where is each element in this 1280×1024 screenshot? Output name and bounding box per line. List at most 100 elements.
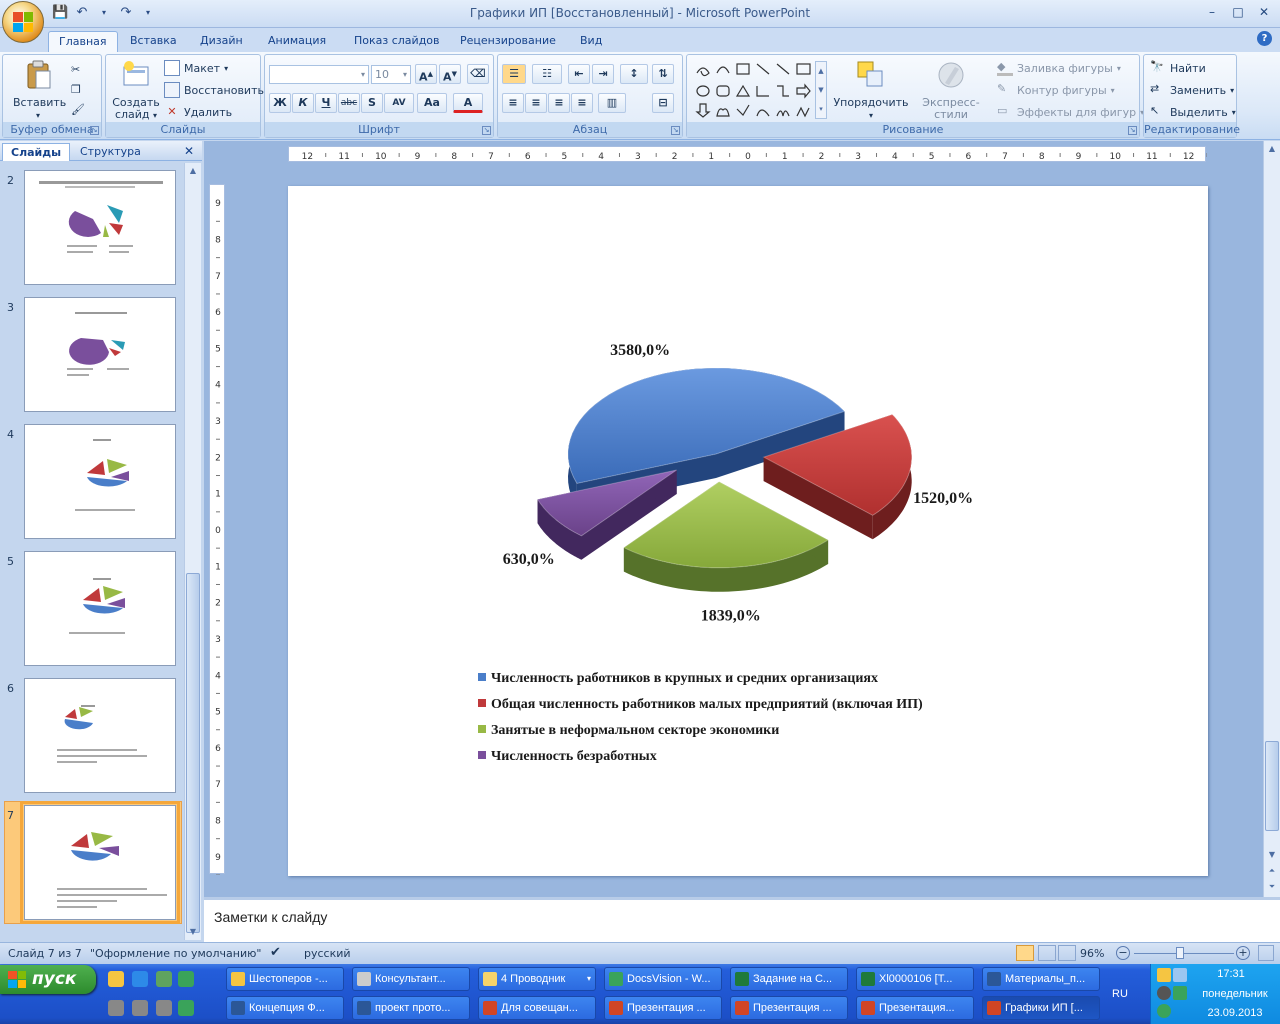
slide-thumbnail-7[interactable] [20,801,180,924]
tray-antivirus-icon[interactable] [1157,1004,1171,1018]
align-right-icon[interactable]: ≡ [548,93,570,113]
normal-view-icon[interactable] [1016,945,1034,961]
quicklaunch-outlook-icon[interactable] [108,971,124,987]
paragraph-launcher-icon[interactable]: ↘ [671,126,680,135]
theme-name[interactable]: "Оформление по умолчанию" [90,947,261,960]
taskbar-button[interactable]: Концепция Ф... [226,996,344,1020]
slides-pane-scrollbar[interactable]: ▲ ▼ [184,163,201,940]
copy-icon[interactable]: ❐ [71,79,81,99]
slide-thumbnail-6[interactable] [24,678,176,793]
decrease-indent-icon[interactable]: ⇤ [568,64,590,84]
office-button[interactable] [2,1,44,43]
scroll-down-icon[interactable]: ▼ [185,924,201,940]
tab-insert[interactable]: Вставка [120,31,187,52]
zoom-slider[interactable] [1134,953,1234,954]
taskbar-button[interactable]: Для совещан... [478,996,596,1020]
quicklaunch-desktop-icon[interactable] [156,971,172,987]
new-slide-button[interactable]: Создать слайд ▾ [110,59,162,122]
text-direction-icon[interactable]: ⇅ [652,64,674,84]
previous-slide-icon[interactable]: ⏶ [1264,863,1280,879]
reset-button[interactable]: Восстановить [164,80,264,100]
fit-to-window-icon[interactable] [1258,945,1274,961]
strikethrough-button[interactable]: abc [338,93,360,113]
tab-outline[interactable]: Структура [72,143,149,161]
taskbar-button[interactable]: Презентация... [856,996,974,1020]
start-button[interactable]: пуск [0,965,96,994]
cut-icon[interactable]: ✂ [71,59,80,79]
taskbar-button[interactable]: Xl0000106 [T... [856,967,974,991]
slide-canvas[interactable]: 3580,0% 1520,0% 1839,0% 630,0% Численность … [288,186,1208,876]
layout-button[interactable]: Макет ▾ [164,58,228,78]
quicklaunch-ie-icon[interactable] [132,971,148,987]
tray-outlook-icon[interactable] [1157,968,1171,982]
scroll-thumb[interactable] [186,573,200,933]
next-slide-icon[interactable]: ⏷ [1264,879,1280,895]
tab-review[interactable]: Рецензирование [450,31,566,52]
clock-day[interactable]: понедельник [1191,988,1279,1000]
shadow-button[interactable]: S [361,93,383,113]
increase-indent-icon[interactable]: ⇥ [592,64,614,84]
shrink-font-button[interactable]: A▼ [439,64,461,84]
zoom-slider-thumb[interactable] [1176,947,1184,959]
spacing-button[interactable]: AV [384,93,414,113]
font-size-dropdown[interactable]: 10 ▾ [371,65,411,84]
align-text-icon[interactable]: ⊟ [652,93,674,113]
quicklaunch-app-icon[interactable] [178,971,194,987]
tab-design[interactable]: Дизайн [190,31,253,52]
taskbar-button[interactable]: проект прото... [352,996,470,1020]
taskbar-button-active[interactable]: Графики ИП [... [982,996,1100,1020]
maximize-button[interactable]: □ [1226,3,1250,21]
format-painter-icon[interactable]: 🖌 [71,99,85,119]
font-name-dropdown[interactable]: ▾ [269,65,369,84]
bold-button[interactable]: Ж [269,93,291,113]
tray-security-icon[interactable] [1157,986,1171,1000]
slide-thumbnail-2[interactable] [24,170,176,285]
spellcheck-icon[interactable]: ✔ [270,945,281,960]
language-indicator[interactable]: русский [304,947,351,960]
pie-chart[interactable]: 3580,0% 1520,0% 1839,0% 630,0% Численность … [288,186,1208,876]
notes-pane[interactable]: Заметки к слайду [204,897,1280,942]
clear-format-button[interactable]: ⌫ [467,64,489,84]
minimize-button[interactable]: – [1200,3,1224,21]
slide-scrollbar[interactable]: ▲ ▼ ⏶ ⏷ [1263,141,1280,897]
taskbar-button[interactable]: DocsVision - W... [604,967,722,991]
line-spacing-icon[interactable]: ↕ [620,64,648,84]
delete-slide-button[interactable]: ✕ Удалить [164,102,232,122]
italic-button[interactable]: К [292,93,314,113]
taskbar-button[interactable]: Презентация ... [604,996,722,1020]
drawing-launcher-icon[interactable]: ↘ [1128,126,1137,135]
zoom-out-icon[interactable]: − [1116,946,1130,960]
quicklaunch-icon-7[interactable] [156,1000,172,1016]
taskbar-button[interactable]: Задание на С... [730,967,848,991]
tray-app-icon[interactable] [1173,986,1187,1000]
slide-sorter-icon[interactable] [1038,945,1056,961]
select-button[interactable]: ↖ Выделить ▾ [1150,102,1236,122]
quicklaunch-icon-5[interactable] [108,1000,124,1016]
close-button[interactable]: ✕ [1252,3,1276,21]
scroll-up-icon[interactable]: ▲ [1264,141,1280,157]
taskbar-button[interactable]: Консультант... [352,967,470,991]
shapes-scroll[interactable]: ▲ ▼ ▾ [815,61,827,119]
shapes-gallery[interactable] [693,61,819,121]
align-left-icon[interactable]: ≡ [502,93,524,113]
notes-placeholder[interactable]: Заметки к слайду [214,909,327,925]
taskbar-button[interactable]: 4 Проводник ▾ [478,967,596,991]
find-button[interactable]: 🔭 Найти [1150,58,1206,78]
taskbar-button[interactable]: Презентация ... [730,996,848,1020]
grow-font-button[interactable]: A▲ [415,64,437,84]
tray-network-icon[interactable] [1173,968,1187,982]
shape-fill-button[interactable]: ◆ Заливка фигуры ▾ [997,58,1121,78]
tab-slideshow[interactable]: Показ слайдов [344,31,450,52]
clock-time[interactable]: 17:31 [1201,968,1261,980]
paste-button[interactable]: Вставить ▾ [13,59,66,122]
underline-button[interactable]: Ч [315,93,337,113]
slide-thumbnail-5[interactable] [24,551,176,666]
slide-thumbnail-4[interactable] [24,424,176,539]
tab-animation[interactable]: Анимация [258,31,336,52]
tab-view[interactable]: Вид [570,31,612,52]
zoom-level[interactable]: 96% [1080,947,1104,960]
scroll-thumb[interactable] [1265,741,1279,831]
font-color-button[interactable]: A [453,93,483,113]
shape-effects-button[interactable]: ▭Эффекты для фигур▾ [997,102,1144,122]
change-case-button[interactable]: Aa [417,93,447,113]
